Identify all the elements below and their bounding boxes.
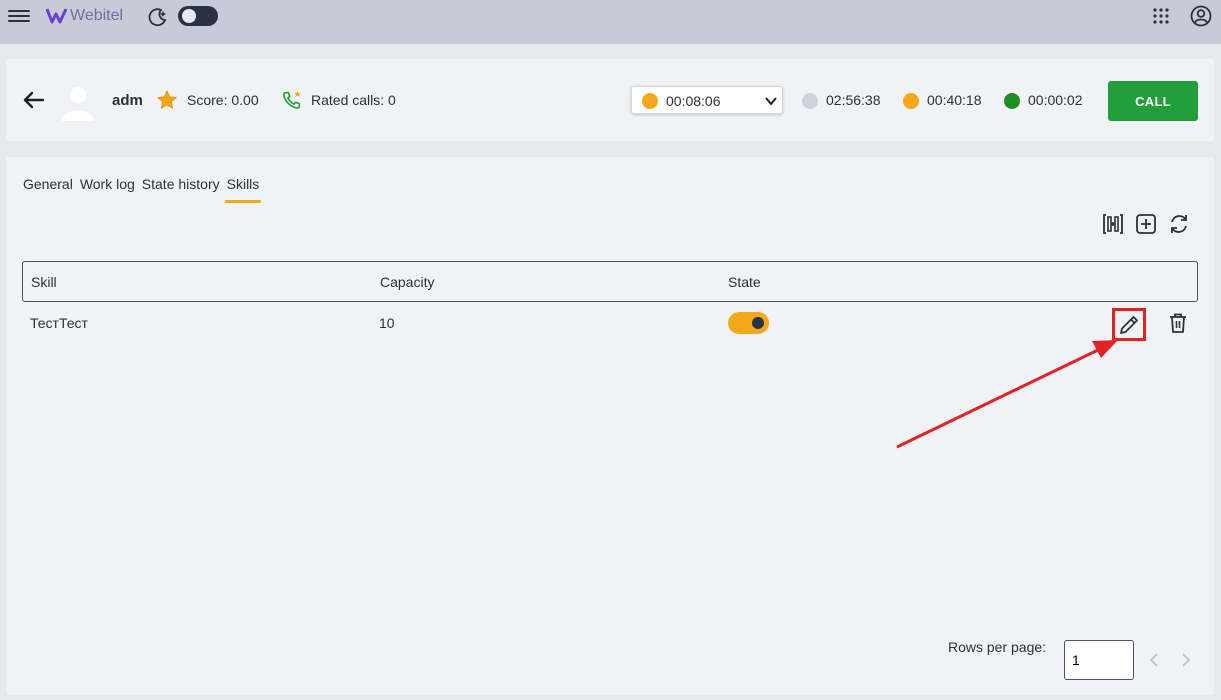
avatar — [62, 87, 94, 121]
agent-status-select[interactable]: 00:08:06 — [631, 86, 783, 114]
tab-state-history[interactable]: State history — [142, 176, 220, 200]
next-page-icon[interactable] — [1180, 653, 1192, 667]
top-bar: Webitel — [0, 0, 1221, 44]
chevron-down-icon — [765, 97, 777, 106]
theme-toggle[interactable] — [178, 6, 218, 26]
skill-capacity: 10 — [379, 315, 395, 331]
add-icon[interactable] — [1135, 213, 1157, 235]
back-arrow-icon[interactable] — [23, 90, 45, 110]
apps-grid-icon[interactable] — [1153, 8, 1169, 24]
account-icon[interactable] — [1190, 5, 1212, 27]
skill-state-toggle[interactable] — [728, 312, 769, 334]
logo-text: Webitel — [70, 7, 124, 24]
agent-header: adm Score: 0.00 Rated calls: 0 00:08:06 … — [6, 59, 1214, 141]
column-skill[interactable]: Skill — [31, 274, 57, 290]
tabs: General Work log State history Skills — [23, 176, 261, 203]
tab-work-log[interactable]: Work log — [80, 176, 135, 200]
timer-pause: 00:40:18 — [927, 92, 982, 108]
column-settings-icon[interactable] — [1102, 213, 1124, 235]
moon-icon — [148, 8, 167, 27]
skill-name: ТестТест — [30, 315, 88, 331]
status-dot — [642, 93, 658, 109]
webitel-logo-icon — [46, 8, 68, 24]
column-state[interactable]: State — [728, 274, 761, 290]
skills-panel: General Work log State history Skills Sk… — [6, 157, 1214, 695]
table-actions — [1102, 213, 1190, 235]
timer-dot-online — [1004, 93, 1020, 109]
refresh-icon[interactable] — [1168, 213, 1190, 235]
table-row: ТестТест 10 — [22, 303, 1198, 343]
call-button[interactable]: CALL — [1108, 81, 1198, 121]
table-header: Skill Capacity State — [22, 261, 1198, 302]
tab-skills[interactable]: Skills — [224, 176, 261, 203]
timer-offline: 02:56:38 — [826, 92, 881, 108]
pencil-icon — [1120, 315, 1138, 334]
agent-name: adm — [112, 92, 143, 109]
trash-icon[interactable] — [1167, 312, 1189, 334]
prev-page-icon[interactable] — [1148, 653, 1160, 667]
timer-online: 00:00:02 — [1028, 92, 1083, 108]
timer-dot-offline — [802, 93, 818, 109]
logo: Webitel — [46, 5, 123, 27]
rated-calls-icon — [283, 90, 301, 109]
rows-per-page-input[interactable] — [1064, 640, 1134, 680]
edit-button[interactable] — [1112, 308, 1146, 341]
rated-calls: Rated calls: 0 — [311, 92, 396, 108]
menu-icon[interactable] — [8, 7, 30, 27]
status-timer: 00:08:06 — [666, 93, 721, 109]
agent-score: Score: 0.00 — [187, 92, 259, 108]
timer-dot-pause — [903, 93, 919, 109]
rows-per-page-label: Rows per page: — [948, 639, 1047, 655]
tab-general[interactable]: General — [23, 176, 73, 200]
column-capacity[interactable]: Capacity — [380, 274, 434, 290]
star-icon — [157, 90, 177, 109]
